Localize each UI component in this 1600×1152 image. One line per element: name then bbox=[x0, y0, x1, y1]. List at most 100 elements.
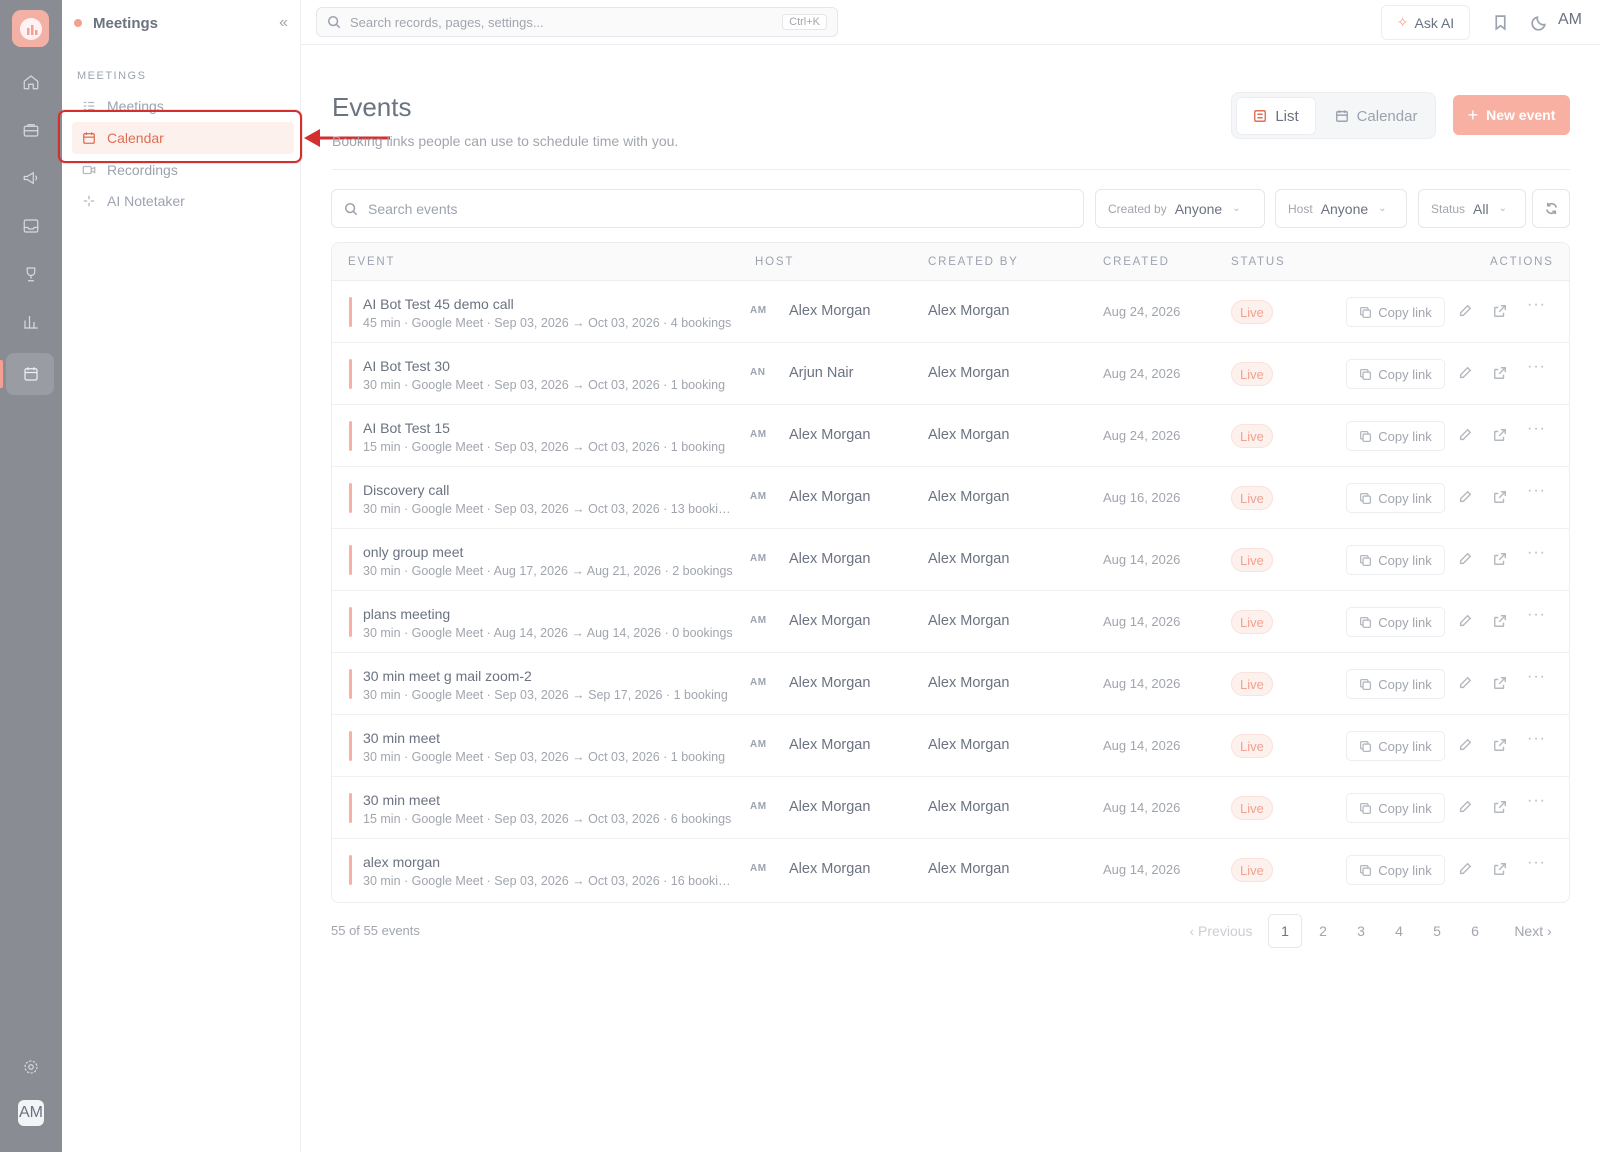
trophy-icon[interactable] bbox=[19, 262, 43, 286]
chart-icon[interactable] bbox=[19, 310, 43, 334]
event-name[interactable]: 30 min meet g mail zoom-2 bbox=[363, 668, 532, 684]
table-row[interactable]: AI Bot Test 15 15 min · Google Meet · Sep… bbox=[332, 405, 1569, 467]
page-6-button[interactable]: 6 bbox=[1458, 914, 1492, 948]
event-name[interactable]: AI Bot Test 15 bbox=[363, 420, 450, 436]
table-row[interactable]: 30 min meet 30 min · Google Meet · Sep 03… bbox=[332, 715, 1569, 777]
page-1-button[interactable]: 1 bbox=[1268, 914, 1302, 948]
copy-link-button[interactable]: Copy link bbox=[1346, 359, 1445, 389]
calendar-icon[interactable] bbox=[19, 362, 43, 386]
created-by: Alex Morgan bbox=[928, 489, 1010, 505]
open-external-icon[interactable] bbox=[1491, 798, 1509, 816]
copy-link-button[interactable]: Copy link bbox=[1346, 731, 1445, 761]
edit-pencil-icon[interactable] bbox=[1456, 798, 1474, 816]
table-row[interactable]: 30 min meet 15 min · Google Meet · Sep 03… bbox=[332, 777, 1569, 839]
ask-ai-label: Ask AI bbox=[1414, 14, 1455, 31]
copy-link-button[interactable]: Copy link bbox=[1346, 297, 1445, 327]
more-options-icon[interactable]: ··· bbox=[1527, 668, 1546, 686]
view-list-button[interactable]: List bbox=[1236, 97, 1316, 135]
table-row[interactable]: Discovery call 30 min · Google Meet · Sep… bbox=[332, 467, 1569, 529]
settings-gear-icon[interactable] bbox=[19, 1055, 43, 1079]
edit-pencil-icon[interactable] bbox=[1456, 736, 1474, 754]
edit-pencil-icon[interactable] bbox=[1456, 302, 1474, 320]
open-external-icon[interactable] bbox=[1491, 674, 1509, 692]
open-external-icon[interactable] bbox=[1491, 488, 1509, 506]
open-external-icon[interactable] bbox=[1491, 550, 1509, 568]
more-options-icon[interactable]: ··· bbox=[1527, 606, 1546, 624]
home-icon[interactable] bbox=[19, 70, 43, 94]
bookmark-icon[interactable] bbox=[1490, 12, 1510, 32]
event-name[interactable]: plans meeting bbox=[363, 606, 450, 622]
sidebar-item-ai-notetaker[interactable]: AI Notetaker bbox=[72, 185, 294, 217]
event-name[interactable]: AI Bot Test 30 bbox=[363, 358, 450, 374]
edit-pencil-icon[interactable] bbox=[1456, 488, 1474, 506]
user-initials[interactable]: AM bbox=[1558, 11, 1582, 29]
inbox-icon[interactable] bbox=[19, 214, 43, 238]
created-date: Aug 14, 2026 bbox=[1103, 552, 1181, 567]
app-logo[interactable] bbox=[12, 10, 49, 47]
table-row[interactable]: AI Bot Test 45 demo call 45 min · Google … bbox=[332, 281, 1569, 343]
event-name[interactable]: AI Bot Test 45 demo call bbox=[363, 296, 514, 312]
page-4-button[interactable]: 4 bbox=[1382, 914, 1416, 948]
edit-pencil-icon[interactable] bbox=[1456, 426, 1474, 444]
search-events-input[interactable]: Search events bbox=[331, 189, 1084, 228]
created-date: Aug 14, 2026 bbox=[1103, 862, 1181, 877]
copy-link-button[interactable]: Copy link bbox=[1346, 855, 1445, 885]
event-name[interactable]: alex morgan bbox=[363, 854, 440, 870]
more-options-icon[interactable]: ··· bbox=[1527, 420, 1546, 438]
copy-link-button[interactable]: Copy link bbox=[1346, 545, 1445, 575]
page-2-button[interactable]: 2 bbox=[1306, 914, 1340, 948]
new-event-button[interactable]: + New event bbox=[1453, 95, 1570, 135]
copy-link-button[interactable]: Copy link bbox=[1346, 607, 1445, 637]
event-name[interactable]: 30 min meet bbox=[363, 792, 440, 808]
ask-ai-button[interactable]: ✧ Ask AI bbox=[1381, 5, 1470, 40]
event-name[interactable]: 30 min meet bbox=[363, 730, 440, 746]
open-external-icon[interactable] bbox=[1491, 364, 1509, 382]
host-name: Alex Morgan bbox=[789, 861, 871, 877]
edit-pencil-icon[interactable] bbox=[1456, 674, 1474, 692]
copy-link-button[interactable]: Copy link bbox=[1346, 421, 1445, 451]
edit-pencil-icon[interactable] bbox=[1456, 364, 1474, 382]
more-options-icon[interactable]: ··· bbox=[1527, 730, 1546, 748]
more-options-icon[interactable]: ··· bbox=[1527, 296, 1546, 314]
page-5-button[interactable]: 5 bbox=[1420, 914, 1454, 948]
created-by-filter[interactable]: Created by Anyone ⌄ bbox=[1095, 189, 1265, 228]
open-external-icon[interactable] bbox=[1491, 860, 1509, 878]
event-name[interactable]: Discovery call bbox=[363, 482, 449, 498]
table-row[interactable]: plans meeting 30 min · Google Meet · Aug … bbox=[332, 591, 1569, 653]
open-external-icon[interactable] bbox=[1491, 426, 1509, 444]
more-options-icon[interactable]: ··· bbox=[1527, 792, 1546, 810]
edit-pencil-icon[interactable] bbox=[1456, 860, 1474, 878]
copy-link-button[interactable]: Copy link bbox=[1346, 483, 1445, 513]
collapse-sidebar-icon[interactable]: « bbox=[279, 14, 288, 32]
plus-icon: + bbox=[1467, 104, 1479, 125]
event-name[interactable]: only group meet bbox=[363, 544, 463, 560]
status-filter[interactable]: Status All ⌄ bbox=[1418, 189, 1526, 228]
copy-icon bbox=[1360, 864, 1372, 876]
more-options-icon[interactable]: ··· bbox=[1527, 854, 1546, 872]
refresh-button[interactable] bbox=[1532, 189, 1570, 228]
copy-link-button[interactable]: Copy link bbox=[1346, 669, 1445, 699]
briefcase-icon[interactable] bbox=[19, 118, 43, 142]
open-external-icon[interactable] bbox=[1491, 612, 1509, 630]
table-row[interactable]: only group meet 30 min · Google Meet · Au… bbox=[332, 529, 1569, 591]
more-options-icon[interactable]: ··· bbox=[1527, 358, 1546, 376]
page-3-button[interactable]: 3 bbox=[1344, 914, 1378, 948]
view-calendar-button[interactable]: Calendar bbox=[1320, 97, 1432, 135]
edit-pencil-icon[interactable] bbox=[1456, 612, 1474, 630]
table-row[interactable]: alex morgan 30 min · Google Meet · Sep 03… bbox=[332, 839, 1569, 901]
global-search-input[interactable]: Search records, pages, settings... Ctrl+… bbox=[316, 7, 838, 37]
moon-icon[interactable] bbox=[1529, 12, 1549, 32]
more-options-icon[interactable]: ··· bbox=[1527, 544, 1546, 562]
edit-pencil-icon[interactable] bbox=[1456, 550, 1474, 568]
user-avatar[interactable]: AM bbox=[18, 1100, 44, 1126]
next-page-button[interactable]: Next › bbox=[1500, 914, 1566, 948]
table-row[interactable]: AI Bot Test 30 30 min · Google Meet · Sep… bbox=[332, 343, 1569, 405]
table-row[interactable]: 30 min meet g mail zoom-2 30 min · Google… bbox=[332, 653, 1569, 715]
open-external-icon[interactable] bbox=[1491, 302, 1509, 320]
open-external-icon[interactable] bbox=[1491, 736, 1509, 754]
copy-link-button[interactable]: Copy link bbox=[1346, 793, 1445, 823]
host-filter[interactable]: Host Anyone ⌄ bbox=[1275, 189, 1407, 228]
megaphone-icon[interactable] bbox=[19, 166, 43, 190]
previous-page-button[interactable]: ‹ Previous bbox=[1177, 914, 1265, 948]
more-options-icon[interactable]: ··· bbox=[1527, 482, 1546, 500]
